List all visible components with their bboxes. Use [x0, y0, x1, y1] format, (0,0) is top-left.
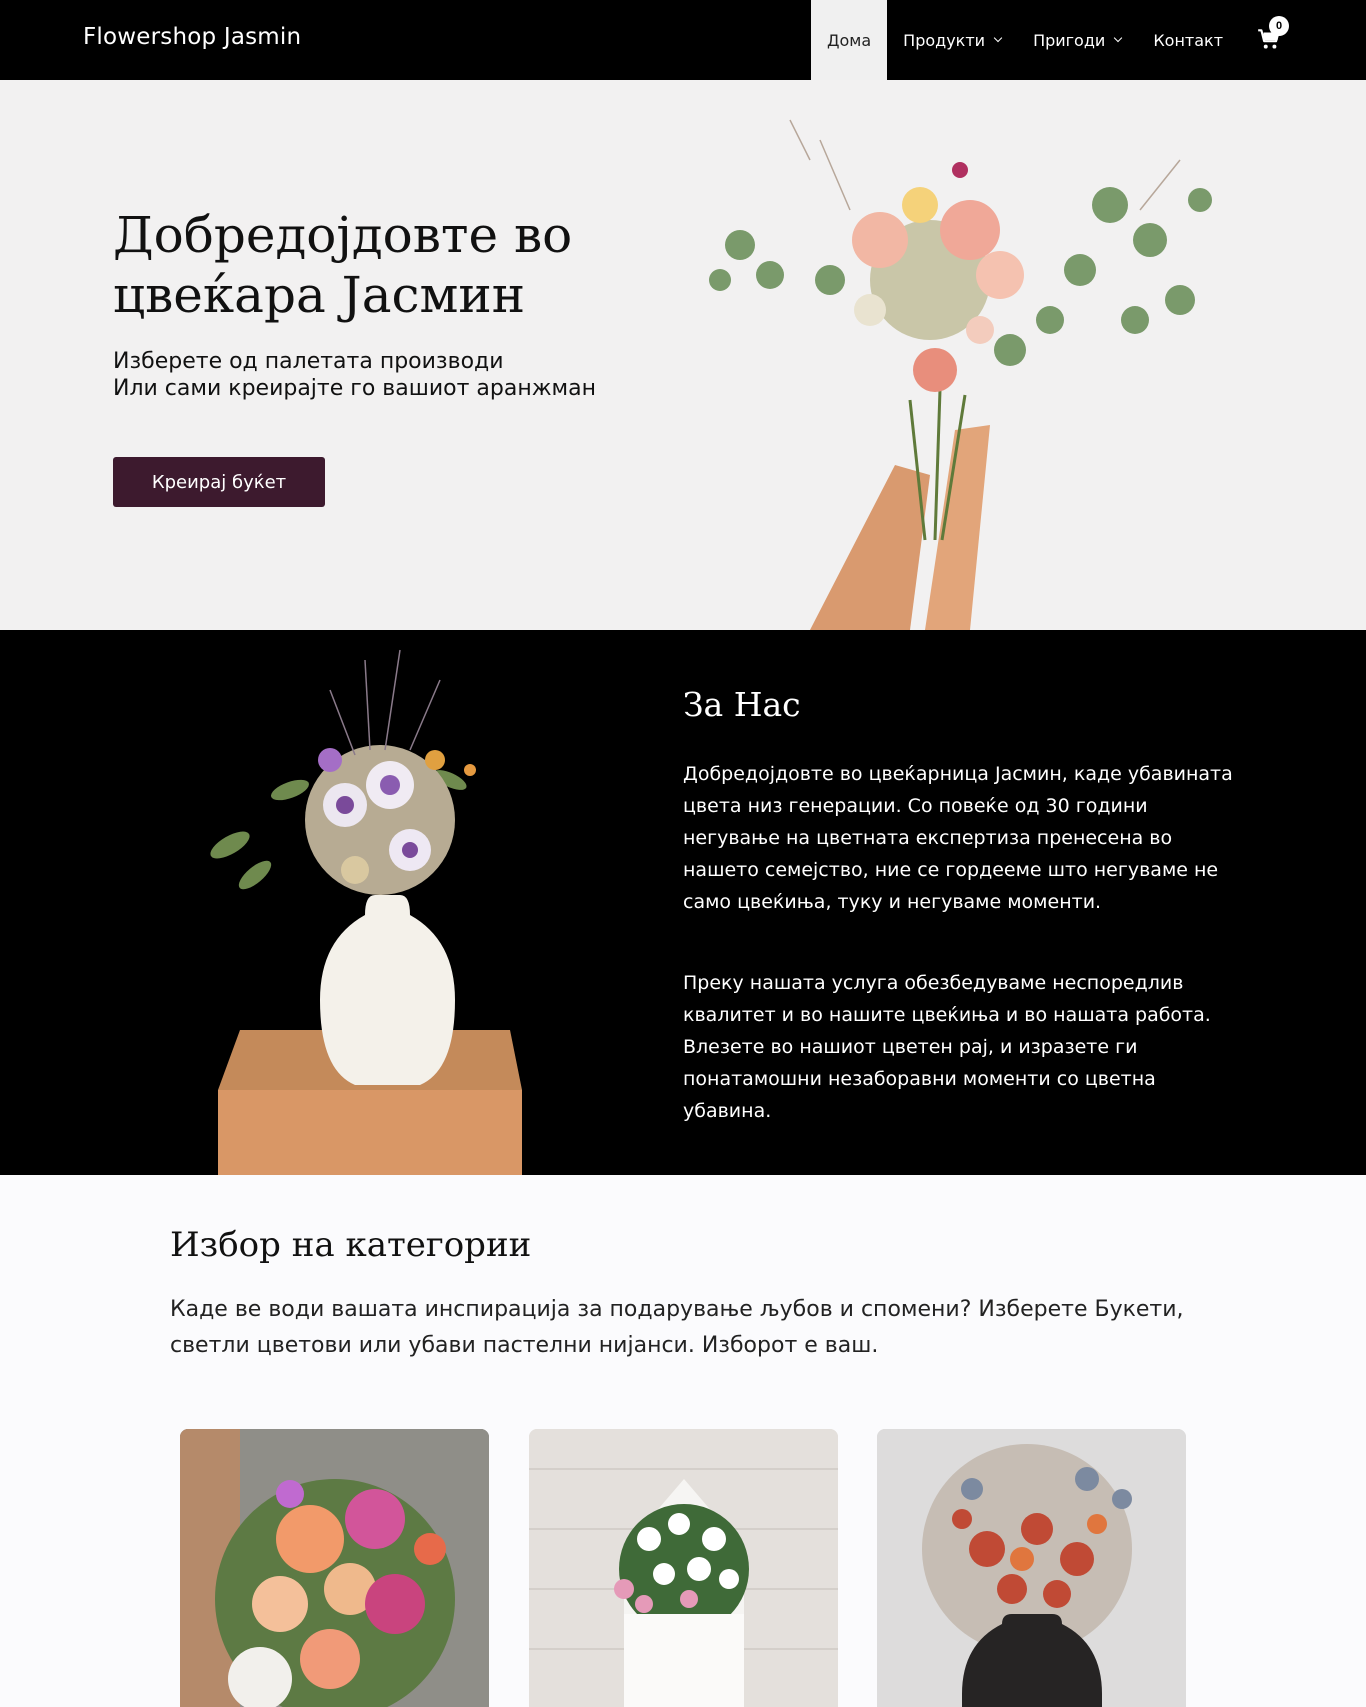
dried-flowers-vase-image: [877, 1429, 1186, 1707]
nav-item-home[interactable]: Дома: [811, 0, 888, 80]
nav-item-contact[interactable]: Контакт: [1137, 0, 1239, 80]
hero-section: Добредојдовте во цвеќара Јасмин Изберете…: [0, 80, 1366, 630]
categories-description: Каде ве води вашата инспирација за подар…: [170, 1297, 1184, 1358]
site-header: Flowershop Jasmin Дома Продукти Пригоди …: [0, 0, 1366, 80]
nav-item-label: Пригоди: [1033, 30, 1106, 50]
categories-section: Избор на категории Каде ве води вашата и…: [0, 1175, 1366, 1707]
hero-subtitle-line: Или сами креирајте го вашиот аранжман: [113, 376, 597, 401]
about-paragraph: Преку нашата услуга обезбедуваме неспоре…: [683, 972, 1211, 1122]
create-bouquet-button[interactable]: Креирај буќет: [113, 457, 325, 507]
category-card-bouquets[interactable]: [180, 1429, 489, 1707]
hero-title: Добредојдовте во цвеќара Јасмин: [113, 206, 573, 324]
hero-subtitle-line: Изберете од палетата производи: [113, 349, 504, 374]
category-card-pastel[interactable]: [877, 1429, 1186, 1707]
bouquet-category-image: [180, 1429, 489, 1707]
brand-logo[interactable]: Flowershop Jasmin: [83, 24, 301, 50]
nav-item-products[interactable]: Продукти: [887, 0, 1017, 80]
chevron-down-icon: [993, 33, 1003, 43]
main-nav: Дома Продукти Пригоди Контакт: [811, 0, 1239, 80]
about-paragraph: Добредојдовте во цвеќарница Јасмин, каде…: [683, 763, 1233, 913]
nav-item-label: Продукти: [903, 30, 986, 50]
category-card-bright-flowers[interactable]: [529, 1429, 838, 1707]
cart-count-badge: 0: [1269, 16, 1289, 36]
about-section: За Нас Добредојдовте во цвеќарница Јасми…: [0, 630, 1366, 1175]
nav-item-label: Контакт: [1153, 30, 1224, 50]
nav-item-label: Дома: [827, 30, 872, 50]
hero-bouquet-image: [709, 119, 1212, 630]
vase-bouquet-image: [210, 649, 522, 1175]
nav-item-occasions[interactable]: Пригоди: [1017, 0, 1137, 80]
envelope-flowers-image: [529, 1429, 838, 1707]
about-title: За Нас: [683, 685, 801, 724]
hero-subtitle: Изберете од палетата производи Или сами …: [113, 348, 596, 402]
chevron-down-icon: [1114, 33, 1123, 43]
categories-title: Избор на категории: [170, 1225, 532, 1265]
